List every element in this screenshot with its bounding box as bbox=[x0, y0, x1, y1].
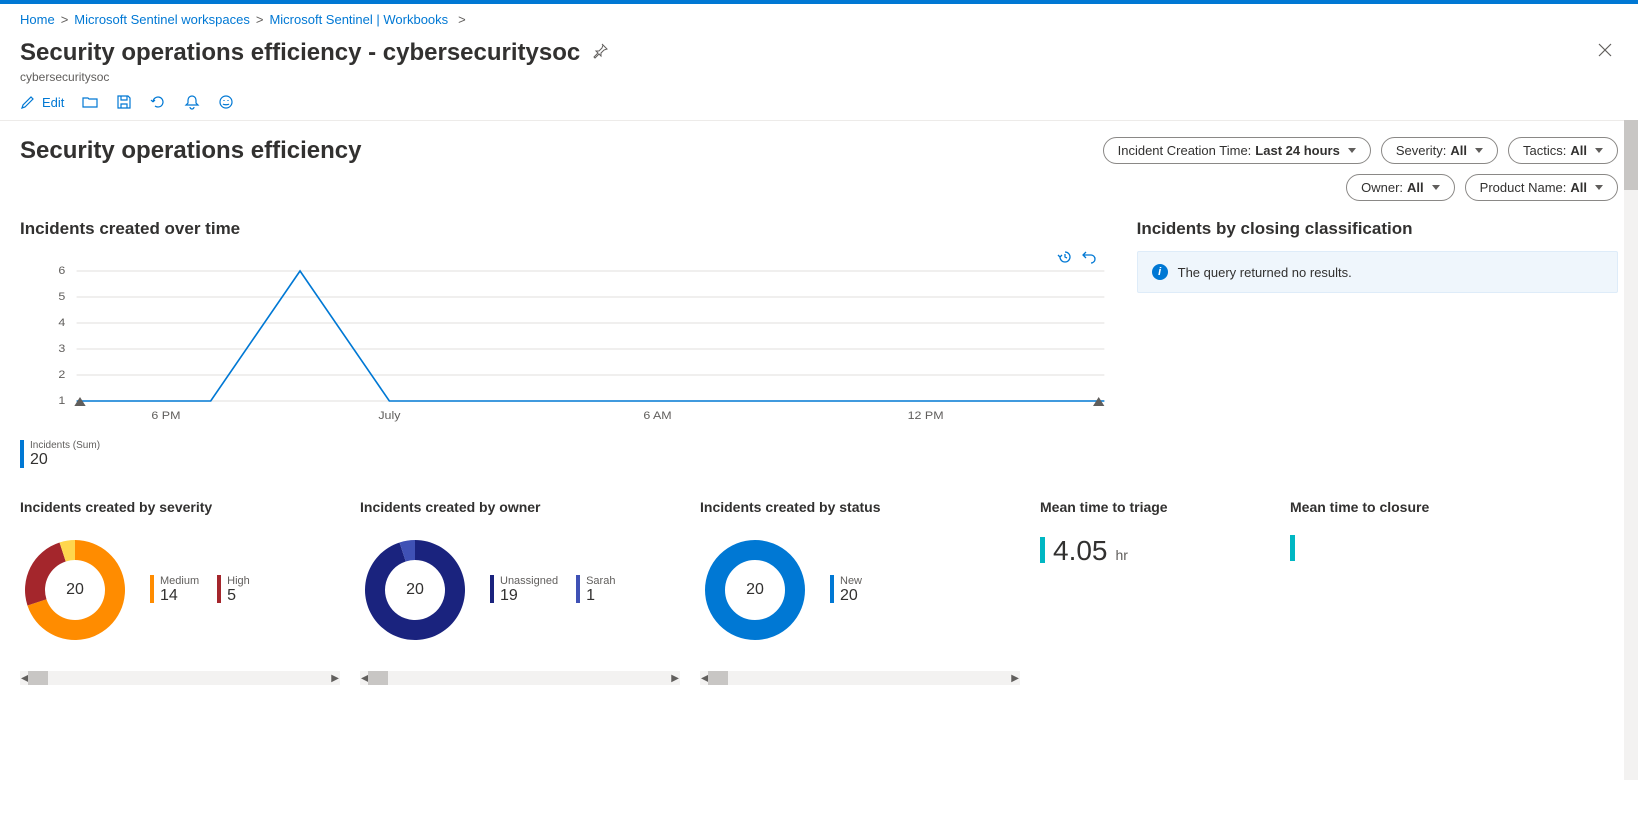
pencil-icon bbox=[20, 94, 36, 110]
metric-bar-icon bbox=[1290, 535, 1295, 561]
chevron-down-icon bbox=[1595, 148, 1603, 153]
feedback-button[interactable] bbox=[218, 94, 234, 110]
donut-status: 20 bbox=[700, 535, 810, 645]
svg-text:3: 3 bbox=[58, 343, 65, 355]
legend-item: High5 bbox=[217, 575, 250, 605]
svg-text:2: 2 bbox=[58, 369, 65, 381]
folder-open-icon bbox=[82, 94, 98, 110]
filter-product-name[interactable]: Product Name: All bbox=[1465, 174, 1618, 201]
open-button[interactable] bbox=[82, 94, 98, 110]
close-icon[interactable] bbox=[1592, 37, 1618, 68]
save-icon bbox=[116, 94, 132, 110]
filter-severity[interactable]: Severity: All bbox=[1381, 137, 1498, 164]
breadcrumb-item[interactable]: Microsoft Sentinel workspaces bbox=[74, 12, 250, 27]
card-mean-closure: Mean time to closure bbox=[1290, 499, 1520, 685]
svg-text:July: July bbox=[378, 410, 400, 422]
chart-undo-icon[interactable] bbox=[1081, 249, 1097, 268]
edit-button[interactable]: Edit bbox=[20, 94, 64, 110]
refresh-button[interactable] bbox=[150, 94, 166, 110]
line-chart: 1 2 3 4 5 6 6 PM July 6 AM 12 PM Incidents (Sum)… bbox=[20, 251, 1107, 469]
chevron-down-icon bbox=[1475, 148, 1483, 153]
svg-text:6 AM: 6 AM bbox=[643, 410, 671, 422]
closing-chart-title: Incidents by closing classification bbox=[1137, 219, 1618, 239]
scrollbar-horizontal[interactable]: ◀▶ bbox=[360, 671, 680, 685]
legend-item: Sarah1 bbox=[576, 575, 615, 605]
chevron-down-icon bbox=[1432, 185, 1440, 190]
donut-severity: 20 bbox=[20, 535, 130, 645]
legend-owner: Unassigned19 Sarah1 bbox=[490, 575, 615, 605]
metric-unit: hr bbox=[1116, 547, 1128, 563]
bell-icon bbox=[184, 94, 200, 110]
svg-text:12 PM: 12 PM bbox=[908, 410, 944, 422]
legend-severity: Medium14 High5 bbox=[150, 575, 250, 605]
chevron-down-icon bbox=[1348, 148, 1356, 153]
line-chart-svg: 1 2 3 4 5 6 6 PM July 6 AM 12 PM bbox=[20, 251, 1107, 431]
legend-item: Medium14 bbox=[150, 575, 199, 605]
refresh-icon bbox=[150, 94, 166, 110]
card-mean-triage: Mean time to triage 4.05 hr bbox=[1040, 499, 1270, 685]
filter-pills: Incident Creation Time: Last 24 hours Se… bbox=[998, 137, 1618, 201]
card-severity: Incidents created by severity 20 Medium1… bbox=[20, 499, 340, 685]
no-results-box: i The query returned no results. bbox=[1137, 251, 1618, 293]
breadcrumb: Home > Microsoft Sentinel workspaces > M… bbox=[0, 4, 1638, 31]
page-subtitle: cybersecuritysoc bbox=[0, 70, 1638, 84]
notify-button[interactable] bbox=[184, 94, 200, 110]
workbook-title: Security operations efficiency bbox=[20, 137, 361, 165]
metric-value: 4.05 bbox=[1053, 535, 1108, 567]
legend-item: Unassigned19 bbox=[490, 575, 558, 605]
no-results-text: The query returned no results. bbox=[1178, 265, 1352, 280]
legend-item: New20 bbox=[830, 575, 862, 605]
legend-status: New20 bbox=[830, 575, 862, 605]
metric-bar-icon bbox=[1040, 537, 1045, 563]
filter-incident-time[interactable]: Incident Creation Time: Last 24 hours bbox=[1103, 137, 1371, 164]
breadcrumb-separator: > bbox=[256, 12, 264, 27]
info-icon: i bbox=[1152, 264, 1168, 280]
svg-text:1: 1 bbox=[58, 395, 65, 407]
page-header: Security operations efficiency - cyberse… bbox=[0, 31, 1638, 70]
pin-icon[interactable] bbox=[592, 43, 608, 62]
breadcrumb-chevron-icon: > bbox=[458, 12, 466, 27]
save-button[interactable] bbox=[116, 94, 132, 110]
page-title: Security operations efficiency - cyberse… bbox=[20, 39, 580, 67]
chart-history-icon[interactable] bbox=[1057, 249, 1073, 268]
scrollbar-vertical[interactable] bbox=[1624, 120, 1638, 780]
toolbar: Edit bbox=[0, 84, 1638, 121]
svg-text:6: 6 bbox=[58, 265, 65, 277]
filter-tactics[interactable]: Tactics: All bbox=[1508, 137, 1618, 164]
filter-owner[interactable]: Owner: All bbox=[1346, 174, 1455, 201]
svg-text:5: 5 bbox=[58, 291, 65, 303]
edit-label: Edit bbox=[42, 95, 64, 110]
bottom-row: Incidents created by severity 20 Medium1… bbox=[20, 499, 1618, 685]
donut-owner: 20 bbox=[360, 535, 470, 645]
smiley-icon bbox=[218, 94, 234, 110]
content: Security operations efficiency Incident … bbox=[0, 121, 1638, 705]
card-status: Incidents created by status 20 New20 ◀▶ bbox=[700, 499, 1020, 685]
breadcrumb-item[interactable]: Home bbox=[20, 12, 55, 27]
scrollbar-horizontal[interactable]: ◀▶ bbox=[700, 671, 1020, 685]
scrollbar-horizontal[interactable]: ◀▶ bbox=[20, 671, 340, 685]
chevron-down-icon bbox=[1595, 185, 1603, 190]
card-owner: Incidents created by owner 20 Unassigned… bbox=[360, 499, 680, 685]
breadcrumb-separator: > bbox=[61, 12, 69, 27]
line-chart-summary: Incidents (Sum) 20 bbox=[20, 440, 1107, 469]
line-chart-title: Incidents created over time bbox=[20, 219, 1107, 239]
svg-text:6 PM: 6 PM bbox=[151, 410, 180, 422]
svg-text:4: 4 bbox=[58, 317, 65, 329]
breadcrumb-item[interactable]: Microsoft Sentinel | Workbooks bbox=[269, 12, 448, 27]
